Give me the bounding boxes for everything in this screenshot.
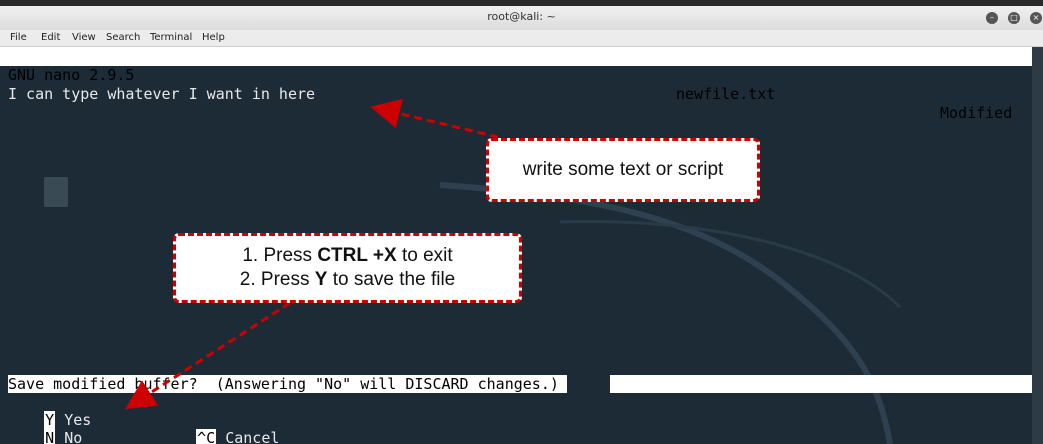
menu-help[interactable]: Help (202, 32, 225, 43)
callout-write-text-label: write some text or script (522, 159, 724, 180)
nano-header-bar: GNU nano 2.9.5 newfile.txt Modified (0, 47, 1032, 122)
menu-file[interactable]: File (10, 32, 27, 43)
prompt-input-field[interactable] (610, 375, 1032, 393)
option-no-key: N (44, 429, 56, 444)
menu-view[interactable]: View (72, 32, 96, 43)
save-prompt-bar: Save modified buffer? (Answering "No" wi… (8, 375, 1032, 393)
callout-write-text: write some text or script (486, 138, 760, 202)
callout-instructions: 1. Press CTRL +X to exit 2. Press Y to s… (173, 233, 522, 303)
option-cancel[interactable]: ^C Cancel (160, 411, 279, 444)
nano-filename: newfile.txt (676, 85, 776, 103)
option-cancel-label: Cancel (225, 429, 280, 444)
window-titlebar[interactable]: root@kali: ~ – □ × (0, 6, 1043, 31)
window-title: root@kali: ~ (487, 10, 556, 23)
instruction-line-2: 2. Press Y to save the file (239, 269, 456, 290)
menu-terminal[interactable]: Terminal (150, 32, 192, 43)
editor-buffer-text[interactable]: I can type whatever I want in here (8, 85, 315, 103)
nano-version: GNU nano 2.9.5 (8, 66, 135, 84)
maximize-icon[interactable]: □ (1008, 12, 1020, 24)
option-no-label: No (64, 429, 83, 444)
minimize-icon[interactable]: – (986, 12, 998, 24)
menu-search[interactable]: Search (106, 32, 140, 43)
close-icon[interactable]: × (1030, 12, 1042, 24)
option-no[interactable]: N No (8, 411, 82, 444)
menu-edit[interactable]: Edit (41, 32, 60, 43)
save-prompt-text: Save modified buffer? (Answering "No" wi… (8, 375, 567, 393)
option-cancel-key: ^C (196, 429, 217, 444)
menubar: File Edit View Search Terminal Help (0, 30, 1043, 47)
instruction-line-1: 1. Press CTRL +X to exit (242, 245, 453, 266)
nano-modified-status: Modified (940, 104, 1013, 122)
terminal-scrollbar[interactable] (1032, 47, 1043, 444)
